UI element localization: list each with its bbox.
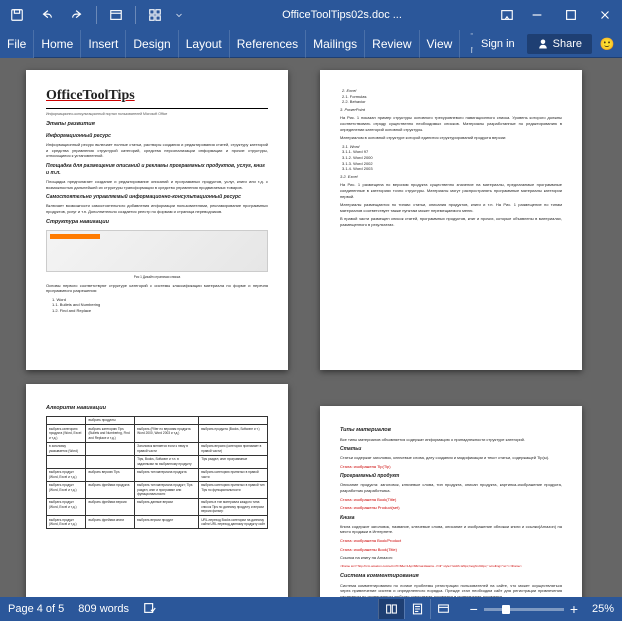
page-4: Типы материаловВсе типы материалов объяв… [320, 406, 582, 597]
zoom-slider[interactable] [484, 608, 564, 611]
page-2: 2. Excel 2.1. Formulas 2.2. Behavior 3. … [320, 70, 582, 370]
status-words[interactable]: 809 words [78, 603, 129, 615]
qat-customize-icon[interactable] [172, 2, 186, 28]
qat-menu-2-icon[interactable] [142, 2, 168, 28]
tab-file[interactable]: File [0, 30, 34, 58]
document-title: OfficeToolTips02s.doc ... [190, 9, 494, 21]
close-button[interactable] [588, 0, 622, 30]
tab-review[interactable]: Review [365, 30, 419, 58]
status-page[interactable]: Page 4 of 5 [8, 603, 64, 615]
zoom-in-button[interactable]: + [570, 601, 578, 617]
share-button[interactable]: Share [527, 34, 592, 54]
tell-me-search[interactable]: Tell me... [460, 32, 473, 56]
tab-mailings[interactable]: Mailings [306, 30, 365, 58]
undo-icon[interactable] [34, 2, 60, 28]
document-canvas[interactable]: OfficeToolTips Информационно-консультаци… [0, 58, 622, 597]
page-3: Алгоритм навигации выбрать продуктывыбра… [26, 384, 288, 597]
tab-references[interactable]: References [230, 30, 306, 58]
tab-view[interactable]: View [420, 30, 461, 58]
tab-insert[interactable]: Insert [81, 30, 126, 58]
redo-icon[interactable] [64, 2, 90, 28]
zoom-out-button[interactable]: − [470, 601, 478, 617]
save-icon[interactable] [4, 2, 30, 28]
tab-layout[interactable]: Layout [179, 30, 230, 58]
maximize-button[interactable] [554, 0, 588, 30]
view-read-icon[interactable] [378, 599, 404, 619]
zoom-level[interactable]: 25% [584, 603, 614, 615]
page-1: OfficeToolTips Информационно-консультаци… [26, 70, 288, 370]
tab-design[interactable]: Design [126, 30, 178, 58]
signin-button[interactable]: Sign in [473, 38, 523, 50]
ribbon-display-icon[interactable] [494, 2, 520, 28]
minimize-button[interactable] [520, 0, 554, 30]
view-web-icon[interactable] [430, 599, 456, 619]
tab-home[interactable]: Home [34, 30, 81, 58]
status-spellcheck-icon[interactable] [143, 601, 157, 618]
qat-menu-1-icon[interactable] [103, 2, 129, 28]
view-print-icon[interactable] [404, 599, 430, 619]
feedback-icon[interactable]: 🙂 [596, 37, 622, 51]
